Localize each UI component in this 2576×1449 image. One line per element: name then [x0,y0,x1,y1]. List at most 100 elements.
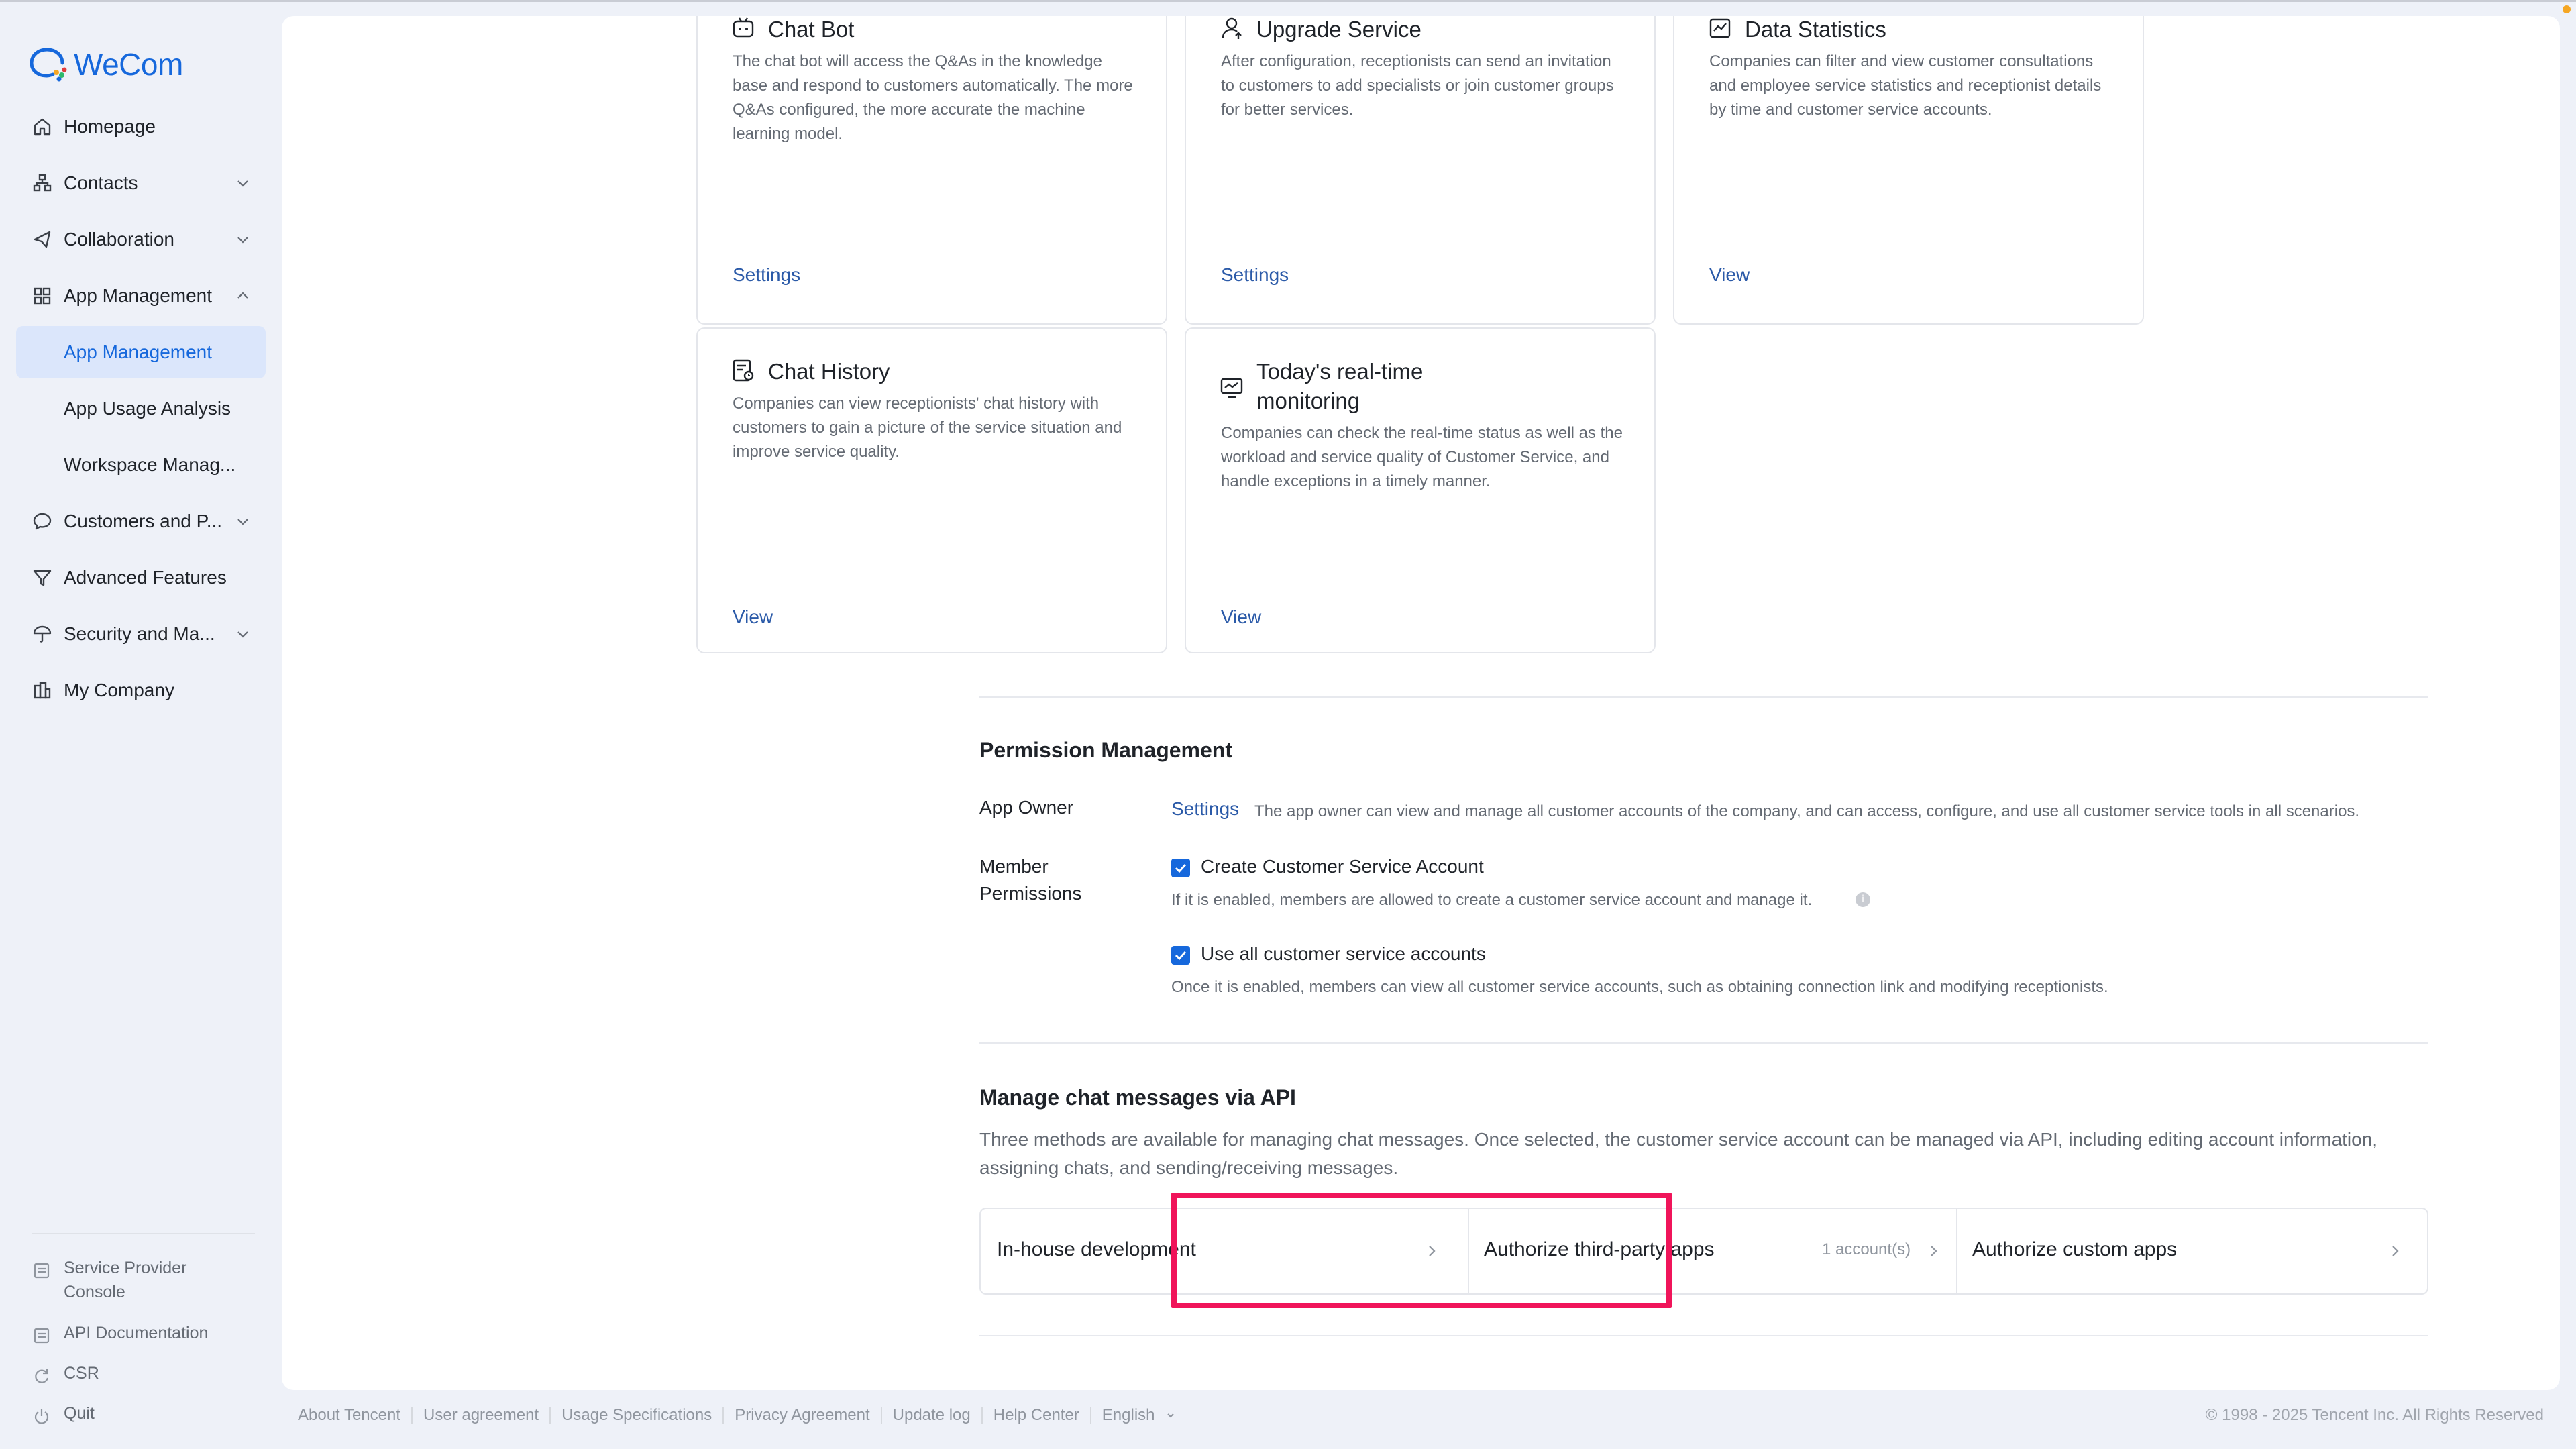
person-upgrade-icon [1222,17,1242,39]
language-selector[interactable]: English [1089,1407,1186,1424]
realtime-monitoring-view-link[interactable]: View [1221,606,1261,628]
info-icon[interactable]: i [1856,892,1870,907]
tool-card-data-statistics: Data Statistics Companies can filter and… [1673,16,2144,325]
chevron-down-icon [237,631,248,638]
home-icon [34,118,51,136]
sidebar-footer-api-documentation[interactable]: API Documentation [16,1321,266,1348]
footer-link-user-agreement[interactable]: User agreement [411,1407,549,1424]
tool-card-description: After configuration, receptionists can s… [1221,52,1614,119]
tool-card-realtime-monitoring: Today's real-time monitoring Companies c… [1185,327,1656,653]
api-section-description: Three methods are available for managing… [979,1129,2378,1178]
sidebar-subitem-workspace-management[interactable]: Workspace Manag... [16,439,266,491]
api-section-title: Manage chat messages via API [979,1085,1296,1110]
api-option-authorize-custom-apps[interactable]: Authorize custom apps [1957,1209,2427,1293]
chart-icon [1709,18,1731,38]
sidebar-item-app-management[interactable]: App Management [16,270,266,322]
create-account-checkbox-label[interactable]: Create Customer Service Account [1201,856,1484,877]
caret-down-icon [1167,1413,1174,1418]
section-divider [979,1335,2428,1336]
app-owner-settings-link[interactable]: Settings [1171,798,1239,820]
footer-link-usage-specifications[interactable]: Usage Specifications [549,1407,722,1424]
tool-card-title: Chat History [768,359,890,384]
chat-history-icon [733,359,754,382]
monitor-icon [1220,378,1243,398]
footer-link-update-log[interactable]: Update log [880,1407,981,1424]
tool-card-title: Data Statistics [1745,17,1886,42]
sidebar-item-customers[interactable]: Customers and P... [16,495,266,547]
power-icon [34,1409,49,1424]
section-divider [979,1042,2428,1044]
chevron-up-icon [237,292,248,299]
tool-card-chat-bot: Chat Bot The chat bot will access the Q&… [696,16,1167,325]
tool-card-chat-history: Chat History Companies can view receptio… [696,327,1167,653]
wecom-logo-icon [30,48,67,82]
page-footer: About Tencent User agreement Usage Speci… [298,1403,1186,1428]
sidebar-item-collaboration[interactable]: Collaboration [16,213,266,266]
window-top-border [0,0,2576,2]
document-icon [34,1328,50,1344]
tool-card-description: The chat bot will access the Q&As in the… [733,52,1133,143]
sidebar-footer-service-provider-console[interactable]: Service Provider Console [16,1256,266,1307]
sidebar-item-label: My Company [64,680,174,700]
sidebar-footer-csr[interactable]: CSR [16,1361,266,1388]
sidebar-subitem-app-usage-analysis[interactable]: App Usage Analysis [16,382,266,435]
data-statistics-view-link[interactable]: View [1709,264,1750,286]
chevron-down-icon [237,519,248,525]
footer-link-privacy-agreement[interactable]: Privacy Agreement [722,1407,880,1424]
sidebar-footer-label: Quit [64,1404,95,1423]
sidebar-subitem-app-management[interactable]: App Management [16,326,266,378]
sidebar-item-homepage[interactable]: Homepage [16,101,266,153]
filter-icon [33,570,52,586]
checkmark-icon [1175,951,1187,961]
sidebar-item-label: Collaboration [64,229,174,250]
footer-link-help-center[interactable]: Help Center [981,1407,1090,1424]
umbrella-icon [33,625,52,643]
contacts-icon [33,174,52,192]
apps-icon [34,287,51,305]
tool-card-description: Companies can filter and view customer c… [1709,52,2102,119]
main-panel: Chat Bot The chat bot will access the Q&… [282,16,2560,1390]
footer-link-about-tencent[interactable]: About Tencent [298,1407,411,1424]
console-icon [34,1263,50,1279]
use-all-accounts-checkbox[interactable] [1171,946,1190,965]
use-all-accounts-checkbox-label[interactable]: Use all customer service accounts [1201,943,1486,965]
tool-card-upgrade-service: Upgrade Service After configuration, rec… [1185,16,1656,325]
sidebar: WeCom Homepage Contacts Collaboration Ap… [0,0,280,1449]
app-name: WeCom [74,47,183,82]
notification-dot [2563,5,2571,13]
wecom-logo[interactable]: WeCom [30,44,183,85]
tool-card-title: Chat Bot [768,17,855,42]
sidebar-divider [32,1233,255,1234]
sidebar-item-label: Customers and P... [64,511,223,531]
copyright: © 1998 - 2025 Tencent Inc. All Rights Re… [2205,1406,2544,1424]
chevron-right-icon [2392,1246,2399,1256]
sidebar-item-label: App Management [64,341,213,362]
tool-card-description: Companies can check the real-time status… [1221,424,1623,490]
sidebar-footer-label: API Documentation [64,1324,209,1342]
sidebar-item-label: Workspace Manag... [64,454,236,475]
section-divider [979,696,2428,698]
create-account-hint: If it is enabled, members are allowed to… [1171,891,1813,909]
chat-bot-settings-link[interactable]: Settings [733,264,800,286]
robot-icon [733,17,754,38]
create-account-checkbox[interactable] [1171,859,1190,877]
permission-management-title: Permission Management [979,738,1232,762]
sidebar-footer-quit[interactable]: Quit [16,1401,266,1428]
sidebar-item-label: Advanced Features [64,567,227,588]
sidebar-item-advanced-features[interactable]: Advanced Features [16,551,266,604]
sidebar-item-label: Security and Ma... [64,623,215,644]
member-permissions-label: Member Permissions [979,856,1082,904]
sidebar-item-security[interactable]: Security and Ma... [16,608,266,660]
upgrade-service-settings-link[interactable]: Settings [1221,264,1289,286]
tool-card-title: Today's real-time monitoring [1256,359,1424,413]
chevron-down-icon [237,237,248,244]
tool-card-description: Companies can view receptionists' chat h… [733,394,1122,461]
sidebar-item-label: Contacts [64,172,138,193]
chat-history-view-link[interactable]: View [733,606,773,628]
sidebar-item-contacts[interactable]: Contacts [16,157,266,209]
sidebar-item-my-company[interactable]: My Company [16,664,266,716]
sidebar-footer-label: CSR [64,1364,99,1383]
account-count: 1 account(s) [1822,1240,1911,1258]
refresh-icon [35,1369,49,1383]
chat-bubble-icon [33,513,52,530]
